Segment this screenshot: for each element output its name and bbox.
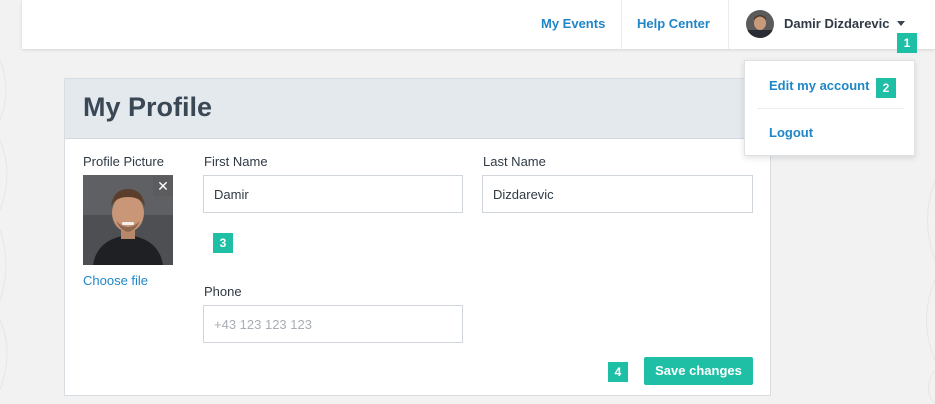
menu-item-logout[interactable]: Logout [769, 125, 813, 140]
step-badge-2: 2 [876, 78, 896, 98]
page-title: My Profile [83, 92, 213, 122]
step-badge-4: 4 [608, 362, 628, 382]
nav-divider [728, 0, 729, 49]
profile-picture-label: Profile Picture [83, 154, 164, 169]
choose-file-link[interactable]: Choose file [83, 273, 148, 288]
phone-input[interactable] [203, 305, 463, 343]
user-menu-name[interactable]: Damir Dizdarevic [784, 16, 890, 31]
step-badge-3: 3 [213, 233, 233, 253]
card-header: My Profile [65, 79, 770, 139]
caret-down-icon[interactable] [897, 21, 905, 26]
last-name-label: Last Name [483, 154, 546, 169]
last-name-input[interactable] [482, 175, 753, 213]
nav-link-my-events[interactable]: My Events [541, 16, 605, 31]
account-dropdown-menu: Edit my account 2 Logout [744, 60, 915, 156]
profile-card: My Profile Profile Picture ✕ Choose file… [64, 78, 771, 396]
avatar[interactable] [746, 10, 774, 38]
menu-divider [757, 108, 904, 109]
close-icon[interactable]: ✕ [153, 176, 173, 196]
menu-item-edit-account[interactable]: Edit my account [769, 78, 869, 93]
nav-divider [621, 0, 622, 49]
save-changes-button[interactable]: Save changes [644, 357, 753, 385]
first-name-input[interactable] [203, 175, 463, 213]
phone-label: Phone [204, 284, 242, 299]
step-badge-1: 1 [897, 33, 917, 53]
nav-link-help-center[interactable]: Help Center [637, 16, 710, 31]
first-name-label: First Name [204, 154, 268, 169]
